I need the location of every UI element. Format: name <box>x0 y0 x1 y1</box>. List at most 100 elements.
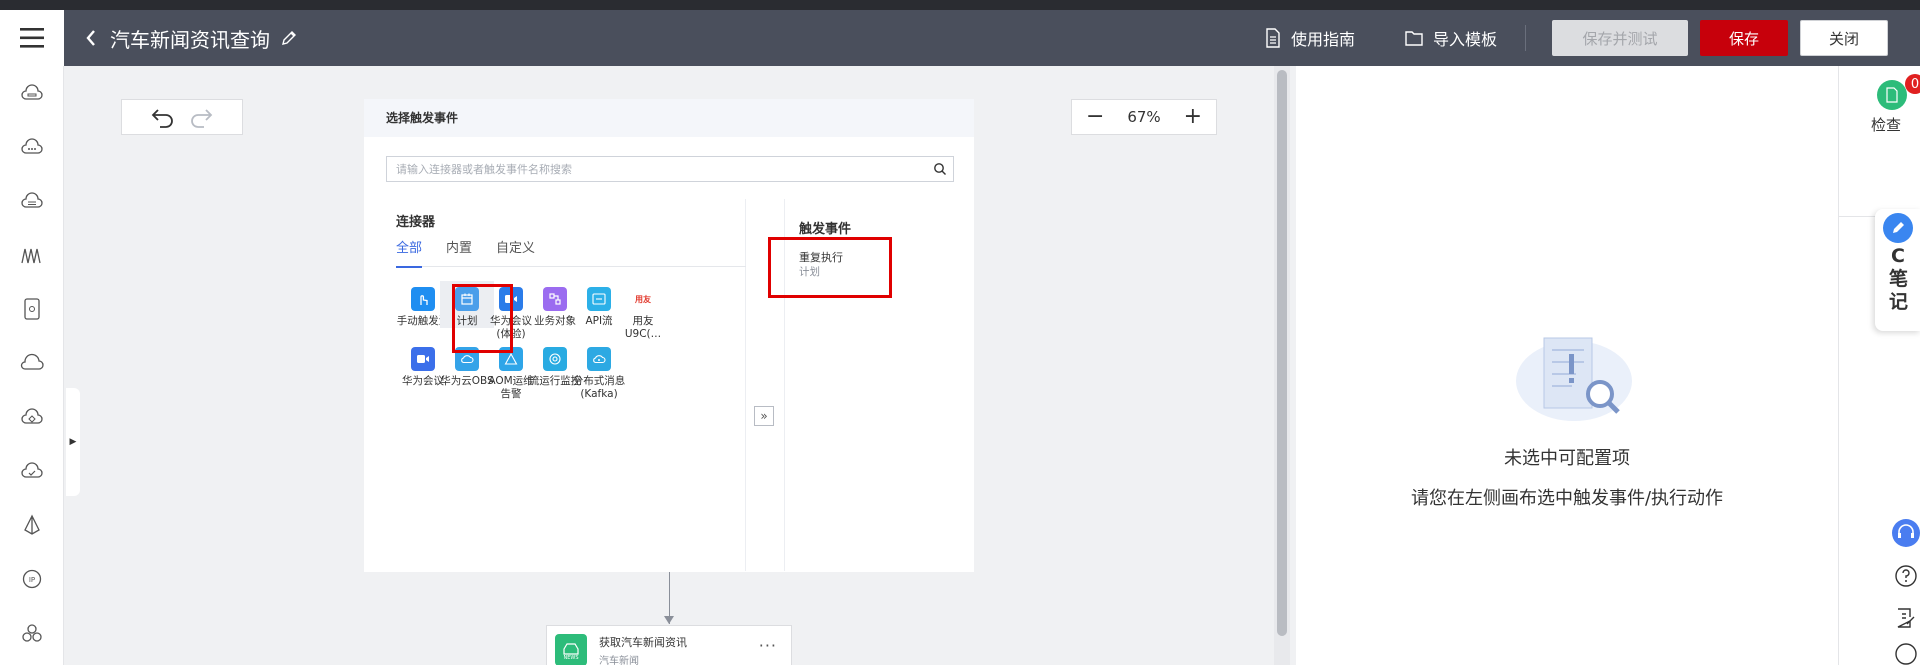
check-badge: 0 <box>1905 74 1920 94</box>
sidebar-item-7[interactable] <box>0 390 64 444</box>
empty-title: 未选中可配置项 <box>1504 448 1630 469</box>
edit-title-button[interactable] <box>280 29 298 47</box>
connector-search-input[interactable]: 请输入连接器或者触发事件名称搜索 <box>386 156 954 182</box>
hand-icon <box>411 287 435 311</box>
flow-node-news[interactable]: NEWS 获取汽车新闻资讯 汽车新闻 ··· <box>546 625 792 665</box>
zoom-out-button[interactable]: − <box>1086 106 1104 128</box>
check-button[interactable]: 0 检查 <box>1867 74 1920 135</box>
sidebar-item-3[interactable] <box>0 174 64 228</box>
customer-service-button[interactable] <box>1891 518 1920 548</box>
back-button[interactable] <box>72 10 110 66</box>
connector-section: 连接器 全部 内置 自定义 手动触发流 计划 华为会议(体验) 业务对象 API… <box>386 199 746 571</box>
right-toolbar: 0 检查 C笔记 <box>1838 66 1920 665</box>
monitor-icon <box>543 347 567 371</box>
header: 汽车新闻资讯查询 使用指南 导入模板 保存并测试 保存 关闭 <box>0 10 1920 66</box>
tab-custom[interactable]: 自定义 <box>496 239 535 267</box>
news-icon: NEWS <box>555 634 587 665</box>
search-placeholder: 请输入连接器或者触发事件名称搜索 <box>396 163 572 176</box>
pencil-icon <box>282 31 296 45</box>
config-panel: 未选中可配置项 请您在左侧画布选中触发事件/执行动作 <box>1296 66 1838 665</box>
connector-label: 用友U9C(… <box>624 315 662 340</box>
empty-description: 请您在左侧画布选中触发事件/执行动作 <box>1410 488 1724 509</box>
double-chevron-right-icon: » <box>760 409 768 423</box>
question-icon <box>1895 565 1917 587</box>
help-button[interactable] <box>1891 561 1920 591</box>
guide-link[interactable]: 使用指南 <box>1265 26 1355 50</box>
undo-icon[interactable] <box>150 106 176 128</box>
svg-text:IP: IP <box>29 576 35 584</box>
canvas-scrollbar-thumb[interactable] <box>1277 70 1287 636</box>
headset-icon <box>1892 519 1920 547</box>
feedback-button[interactable] <box>1891 603 1920 633</box>
check-label: 检查 <box>1870 116 1901 134</box>
phone-icon <box>24 298 40 320</box>
page-title: 汽车新闻资讯查询 <box>110 27 270 52</box>
waveform-icon <box>21 248 41 264</box>
search-icon[interactable] <box>933 162 947 176</box>
sidebar-item-4[interactable] <box>0 228 64 282</box>
connector-yonyou-u9c[interactable]: 用友 用友U9C(… <box>616 287 670 341</box>
chat-icon <box>1895 643 1917 665</box>
api-icon <box>587 287 611 311</box>
connector-label: 华为会议 <box>402 375 444 387</box>
flow-arrow <box>664 616 674 624</box>
import-template-link[interactable]: 导入模板 <box>1405 26 1497 50</box>
c-note-button[interactable]: C笔记 <box>1875 209 1920 331</box>
zoom-level: 67% <box>1127 108 1161 126</box>
chevron-left-icon <box>86 30 95 46</box>
sidebar-item-8[interactable] <box>0 444 64 498</box>
chat-button[interactable] <box>1891 643 1920 665</box>
cloud-gear-icon <box>21 408 43 424</box>
check-document-icon <box>1877 80 1907 110</box>
left-sidebar: IP <box>0 66 64 665</box>
object-icon <box>543 287 567 311</box>
node-subtitle: 汽车新闻 <box>599 656 639 665</box>
hamburger-icon <box>20 28 44 48</box>
video-icon <box>411 347 435 371</box>
tab-all[interactable]: 全部 <box>396 239 423 268</box>
sidebar-item-1[interactable] <box>0 66 64 120</box>
expand-sidebar-tab[interactable]: ▶ <box>66 388 80 496</box>
sidebar-item-6[interactable] <box>0 336 64 390</box>
zoom-control: − 67% + <box>1071 99 1217 135</box>
panel-title: 选择触发事件 <box>364 99 974 137</box>
close-button[interactable]: 关闭 <box>1800 20 1888 56</box>
document-icon <box>1266 28 1280 48</box>
connector-kafka[interactable]: 分布式消息(Kafka) <box>572 347 626 401</box>
cloud-server-icon <box>21 192 43 208</box>
cloud-outline-icon <box>20 353 44 370</box>
sidebar-item-11[interactable] <box>0 606 64 660</box>
redo-icon[interactable] <box>188 106 214 128</box>
save-and-test-button[interactable]: 保存并测试 <box>1552 20 1688 56</box>
sidebar-item-10[interactable]: IP <box>0 552 64 606</box>
sidebar-item-5[interactable] <box>0 282 64 336</box>
c-note-label: C笔记 <box>1889 245 1909 313</box>
cone-icon <box>24 514 40 535</box>
connector-label: AOM运维告警 <box>488 375 534 400</box>
zoom-in-button[interactable]: + <box>1184 106 1202 128</box>
node-title: 获取汽车新闻资讯 <box>599 636 687 649</box>
sidebar-item-2[interactable] <box>0 120 64 174</box>
ip-icon: IP <box>22 569 42 589</box>
guide-label: 使用指南 <box>1290 30 1355 49</box>
connector-tabs: 全部 内置 自定义 <box>396 239 746 268</box>
highlight-box-schedule <box>452 284 513 353</box>
sidebar-item-9[interactable] <box>0 498 64 552</box>
empty-state-illustration <box>1516 337 1632 421</box>
tab-builtin[interactable]: 内置 <box>446 239 472 267</box>
save-button[interactable]: 保存 <box>1700 20 1788 56</box>
yonyou-logo-icon: 用友 <box>631 287 655 311</box>
connector-label: 分布式消息(Kafka) <box>572 375 626 400</box>
cloud-dots-icon <box>21 84 43 100</box>
edit-note-icon <box>1897 608 1915 628</box>
node-more-button[interactable]: ··· <box>759 636 777 655</box>
connector-label: API流 <box>585 315 613 327</box>
undo-redo-toolbar <box>121 99 243 135</box>
cloud-check-icon <box>21 462 43 478</box>
cloud-ellipsis-icon <box>21 138 43 154</box>
menu-button[interactable] <box>0 10 64 66</box>
expand-events-button[interactable]: » <box>754 406 774 426</box>
connector-label: 业务对象 <box>534 315 576 327</box>
highlight-box-event <box>768 237 892 298</box>
cluster-icon <box>22 624 42 642</box>
